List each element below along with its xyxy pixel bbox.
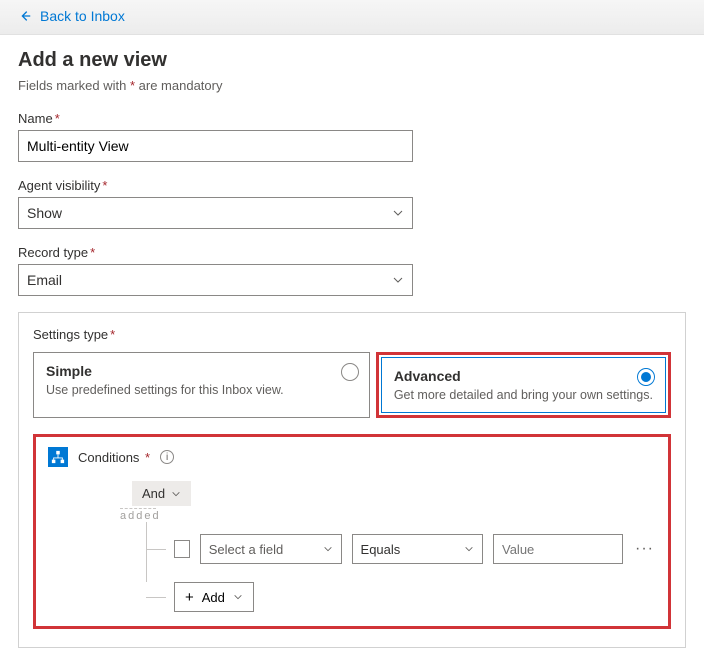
condition-field-placeholder: Select a field <box>209 542 283 557</box>
chevron-down-icon <box>233 592 243 602</box>
settings-type-label: Settings type* <box>33 327 671 342</box>
plus-icon: + <box>185 590 194 605</box>
chevron-down-icon <box>323 544 333 554</box>
add-condition-button[interactable]: + Add <box>174 582 254 612</box>
chevron-down-icon <box>171 489 181 499</box>
logic-operator-label: And <box>142 486 165 501</box>
add-condition-label: Add <box>202 590 225 605</box>
name-input[interactable] <box>18 130 413 162</box>
settings-type-simple-card[interactable]: Simple Use predefined settings for this … <box>33 352 370 418</box>
agent-visibility-label: Agent visibility* <box>18 178 686 193</box>
back-to-inbox-link[interactable]: Back to Inbox <box>18 8 125 24</box>
info-icon[interactable]: i <box>160 450 174 464</box>
advanced-highlight: Advanced Get more detailed and bring you… <box>376 352 671 418</box>
logic-operator-select[interactable]: And <box>132 481 191 506</box>
record-type-label: Record type* <box>18 245 686 260</box>
condition-row: Select a field Equals ··· <box>146 534 656 564</box>
record-type-value: Email <box>27 272 62 288</box>
settings-advanced-title: Advanced <box>394 368 653 384</box>
settings-simple-title: Simple <box>46 363 357 379</box>
chevron-down-icon <box>392 274 404 286</box>
page-title: Add a new view <box>18 49 686 72</box>
conditions-title-text: Conditions <box>78 450 139 465</box>
settings-advanced-desc: Get more detailed and bring your own set… <box>394 388 653 402</box>
conditions-tree-icon <box>48 447 68 467</box>
back-link-label: Back to Inbox <box>40 8 125 24</box>
condition-checkbox[interactable] <box>174 540 190 558</box>
condition-field-select[interactable]: Select a field <box>200 534 342 564</box>
agent-visibility-value: Show <box>27 205 62 221</box>
condition-operator-select[interactable]: Equals <box>352 534 483 564</box>
radio-unchecked-icon <box>341 363 359 381</box>
arrow-left-icon <box>18 9 32 23</box>
condition-operator-value: Equals <box>361 542 401 557</box>
added-ghost-text: added <box>120 508 156 522</box>
radio-checked-icon <box>637 368 655 386</box>
settings-type-advanced-card[interactable]: Advanced Get more detailed and bring you… <box>381 357 666 413</box>
settings-type-label-text: Settings type <box>33 327 108 342</box>
conditions-title: Conditions * <box>78 450 150 465</box>
conditions-highlight: Conditions * i And added Select a field <box>33 434 671 629</box>
name-label-text: Name <box>18 111 53 126</box>
condition-more-button[interactable]: ··· <box>633 540 656 558</box>
agent-visibility-label-text: Agent visibility <box>18 178 100 193</box>
record-type-label-text: Record type <box>18 245 88 260</box>
mandatory-note: Fields marked with * are mandatory <box>18 78 686 93</box>
agent-visibility-select[interactable]: Show <box>18 197 413 229</box>
chevron-down-icon <box>392 207 404 219</box>
settings-simple-desc: Use predefined settings for this Inbox v… <box>46 383 357 397</box>
record-type-select[interactable]: Email <box>18 264 413 296</box>
name-label: Name* <box>18 111 686 126</box>
chevron-down-icon <box>464 544 474 554</box>
mandatory-note-pre: Fields marked with <box>18 78 130 93</box>
condition-value-input[interactable] <box>493 534 623 564</box>
mandatory-note-post: are mandatory <box>135 78 222 93</box>
